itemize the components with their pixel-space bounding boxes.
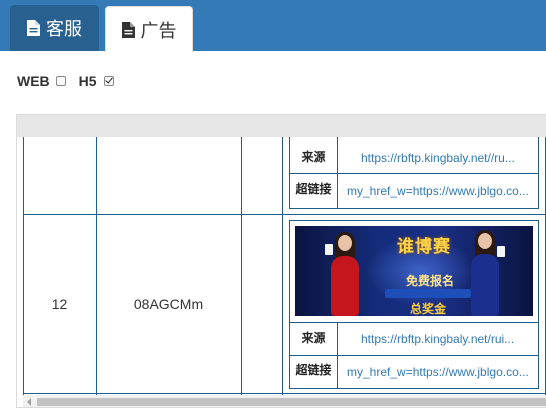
h5-checkbox[interactable] — [103, 76, 114, 86]
banner-model-right — [463, 226, 507, 316]
banner-prize: 总奖金 — [409, 302, 446, 316]
horizontal-scrollbar[interactable] — [23, 395, 546, 407]
tab-customer-service[interactable]: 客服 — [10, 5, 99, 51]
column-divider — [241, 137, 242, 395]
platform-filter: WEB H5 — [17, 71, 114, 91]
web-checkbox[interactable] — [55, 76, 66, 86]
banner-model-left — [323, 226, 367, 316]
tab-label: 客服 — [46, 19, 82, 39]
source-link[interactable]: https://rbftp.kingbaly.net/rui... — [361, 332, 533, 346]
ad-code: 08AGCMm — [133, 296, 204, 312]
row-divider — [23, 393, 546, 394]
banner-title: 谁博赛 — [397, 237, 451, 256]
file-icon — [121, 21, 135, 38]
hyperlink-value[interactable]: my_href_w=https://www.jblgo.co... — [347, 365, 533, 379]
source-link[interactable]: https://rbftp.kingbaly.net//ru... — [361, 151, 533, 165]
file-icon — [27, 20, 40, 36]
subcell-divider — [337, 322, 338, 389]
subcell-divider — [337, 137, 338, 209]
column-divider — [23, 137, 24, 395]
hyperlink-value[interactable]: my_href_w=https://www.jblgo.co... — [347, 184, 533, 198]
source-label: 来源 — [301, 331, 326, 345]
hyperlink-label: 超链接 — [295, 182, 332, 196]
banner-date-strip — [385, 289, 471, 298]
scrollbar-thumb[interactable] — [37, 398, 546, 406]
h5-label: H5 — [78, 73, 97, 89]
ad-id: 12 — [51, 296, 68, 312]
banner-subtitle: 免费报名 — [405, 274, 454, 288]
ad-banner-image[interactable]: 谁博赛 免费报名 总奖金 — [295, 226, 533, 316]
top-tab-bar: 客服 广告 — [0, 0, 546, 52]
column-divider — [96, 137, 97, 395]
ad-table-panel: 来源 https://rbftp.kingbaly.net//ru... 超链接… — [16, 114, 546, 408]
tab-advertisement[interactable]: 广告 — [105, 6, 193, 52]
tab-label: 广告 — [140, 20, 177, 41]
row-divider — [23, 214, 546, 215]
column-divider — [282, 137, 283, 395]
scroll-left-icon[interactable] — [27, 398, 31, 406]
web-label: WEB — [17, 73, 50, 89]
ad-table-grid: 来源 https://rbftp.kingbaly.net//ru... 超链接… — [23, 137, 546, 395]
source-label: 来源 — [301, 150, 326, 164]
table-header-bar — [17, 115, 546, 137]
hyperlink-label: 超链接 — [295, 363, 332, 377]
